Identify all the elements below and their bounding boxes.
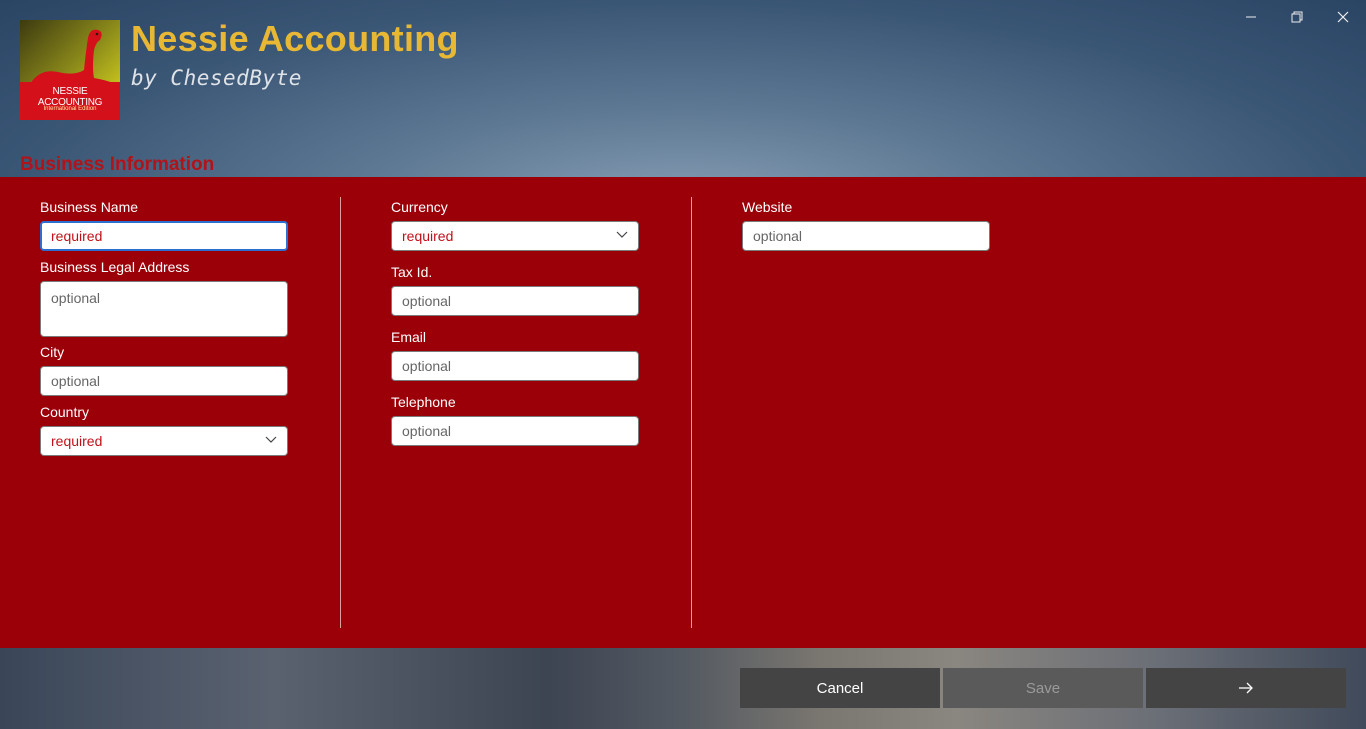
app-subtitle: by ChesedByte (131, 66, 302, 90)
logo-subtext: International Edition (43, 106, 97, 112)
restore-button[interactable] (1286, 6, 1308, 28)
country-value: required (51, 433, 103, 449)
currency-value: required (402, 228, 454, 244)
website-input[interactable]: optional (742, 221, 990, 251)
app-logo: NESSIE ACCOUNTING International Edition (20, 20, 120, 120)
website-placeholder: optional (753, 228, 803, 244)
currency-dropdown[interactable]: required (391, 221, 639, 251)
email-input[interactable]: optional (391, 351, 639, 381)
next-button[interactable] (1146, 668, 1346, 708)
business-name-input[interactable]: required (40, 221, 288, 251)
logo-text: NESSIE ACCOUNTING (37, 86, 103, 108)
section-title: Business Information (20, 154, 215, 175)
city-placeholder: optional (51, 373, 101, 389)
business-legal-address-input[interactable]: optional (40, 281, 288, 337)
telephone-placeholder: optional (402, 423, 452, 439)
country-label: Country (40, 404, 90, 420)
email-label: Email (391, 329, 427, 345)
close-icon (1337, 11, 1349, 23)
telephone-label: Telephone (391, 394, 456, 410)
arrow-right-icon (1239, 682, 1253, 694)
country-dropdown[interactable]: required (40, 426, 288, 456)
cancel-button[interactable]: Cancel (740, 668, 940, 708)
business-name-placeholder: required (51, 228, 103, 244)
app-title: Nessie Accounting (131, 18, 459, 59)
business-legal-address-label: Business Legal Address (40, 259, 190, 275)
close-button[interactable] (1332, 6, 1354, 28)
column-divider (691, 197, 692, 628)
save-button[interactable]: Save (943, 668, 1143, 708)
business-info-panel: Business Name required Business Legal Ad… (0, 177, 1366, 648)
tax-id-label: Tax Id. (391, 264, 433, 280)
restore-icon (1291, 11, 1303, 23)
chevron-down-icon (616, 231, 628, 238)
currency-label: Currency (391, 199, 448, 215)
city-input[interactable]: optional (40, 366, 288, 396)
business-legal-address-placeholder: optional (51, 290, 101, 306)
business-name-label: Business Name (40, 199, 139, 215)
minimize-icon (1246, 16, 1256, 18)
minimize-button[interactable] (1240, 6, 1262, 28)
tax-id-input[interactable]: optional (391, 286, 639, 316)
email-placeholder: optional (402, 358, 452, 374)
chevron-down-icon (265, 436, 277, 443)
tax-id-placeholder: optional (402, 293, 452, 309)
column-divider (340, 197, 341, 628)
city-label: City (40, 344, 65, 360)
telephone-input[interactable]: optional (391, 416, 639, 446)
website-label: Website (742, 199, 793, 215)
